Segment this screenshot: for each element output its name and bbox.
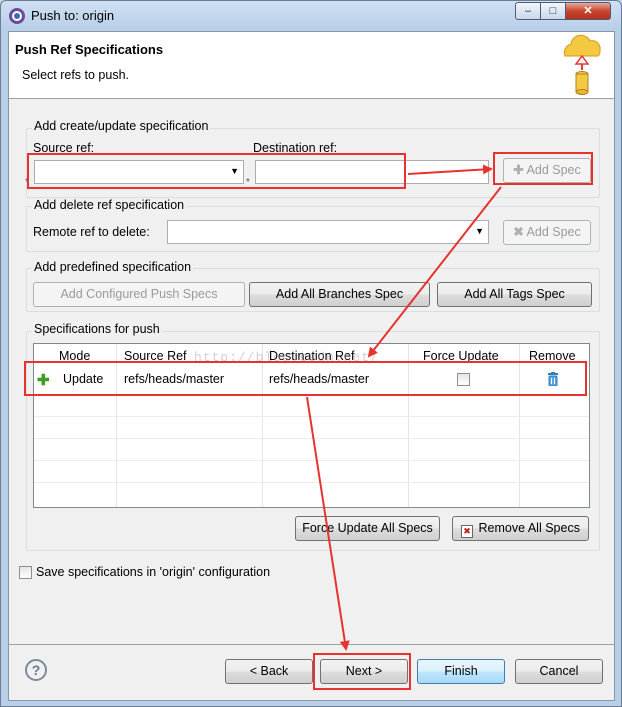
row-divider <box>34 416 589 417</box>
chevron-down-icon[interactable]: ▼ <box>475 226 484 236</box>
finish-button[interactable]: Finish <box>417 659 505 684</box>
push-specs-group-label: Specifications for push <box>32 322 162 336</box>
remove-all-specs-button[interactable]: ✖ Remove All Specs <box>452 516 589 541</box>
row-divider <box>34 438 589 439</box>
add-all-branches-spec-button[interactable]: Add All Branches Spec <box>249 282 430 307</box>
create-update-group-label: Add create/update specification <box>32 119 211 133</box>
add-configured-push-specs-button[interactable]: Add Configured Push Specs <box>33 282 245 307</box>
title-bar[interactable]: Push to: origin – □ ✕ <box>1 1 621 31</box>
annotation-box-spec-row <box>24 361 587 396</box>
page-title: Push Ref Specifications <box>15 42 164 57</box>
window-title: Push to: origin <box>31 8 115 23</box>
remove-all-specs-label: Remove All Specs <box>478 521 580 535</box>
minimize-button[interactable]: – <box>515 2 541 20</box>
annotation-box-next <box>313 653 411 690</box>
close-button[interactable]: ✕ <box>565 2 611 20</box>
footer-separator <box>9 644 614 645</box>
page-subtitle: Select refs to push. <box>22 68 130 82</box>
row-divider <box>34 482 589 483</box>
remote-ref-label: Remote ref to delete: <box>33 225 150 239</box>
remote-ref-combo[interactable]: ▼ <box>167 220 489 244</box>
predefined-spec-group-label: Add predefined specification <box>32 260 194 274</box>
delete-ref-group-label: Add delete ref specification <box>32 198 187 212</box>
annotation-box-source-destination <box>27 153 406 189</box>
push-dialog-window: Push to: origin – □ ✕ Push Ref Specifica… <box>0 0 622 707</box>
add-delete-spec-label: Add Spec <box>526 225 581 239</box>
back-button[interactable]: < Back <box>225 659 313 684</box>
annotation-box-add-spec <box>493 152 593 185</box>
wizard-header: Push Ref Specifications Select refs to p… <box>9 32 614 99</box>
add-all-tags-spec-button[interactable]: Add All Tags Spec <box>437 282 592 307</box>
save-config-label[interactable]: Save specifications in 'origin' configur… <box>36 565 270 579</box>
delete-x-icon: ✖ <box>513 225 524 239</box>
maximize-button[interactable]: □ <box>540 2 566 20</box>
add-delete-spec-button[interactable]: ✖ Add Spec <box>503 220 591 245</box>
help-icon[interactable]: ? <box>25 659 47 681</box>
save-config-checkbox[interactable] <box>19 566 32 579</box>
force-update-all-specs-button[interactable]: Force Update All Specs <box>295 516 440 541</box>
remove-all-icon: ✖ <box>461 525 474 538</box>
eclipse-app-icon <box>9 8 25 24</box>
push-to-cloud-icon <box>563 34 601 95</box>
cancel-button[interactable]: Cancel <box>515 659 603 684</box>
row-divider <box>34 460 589 461</box>
